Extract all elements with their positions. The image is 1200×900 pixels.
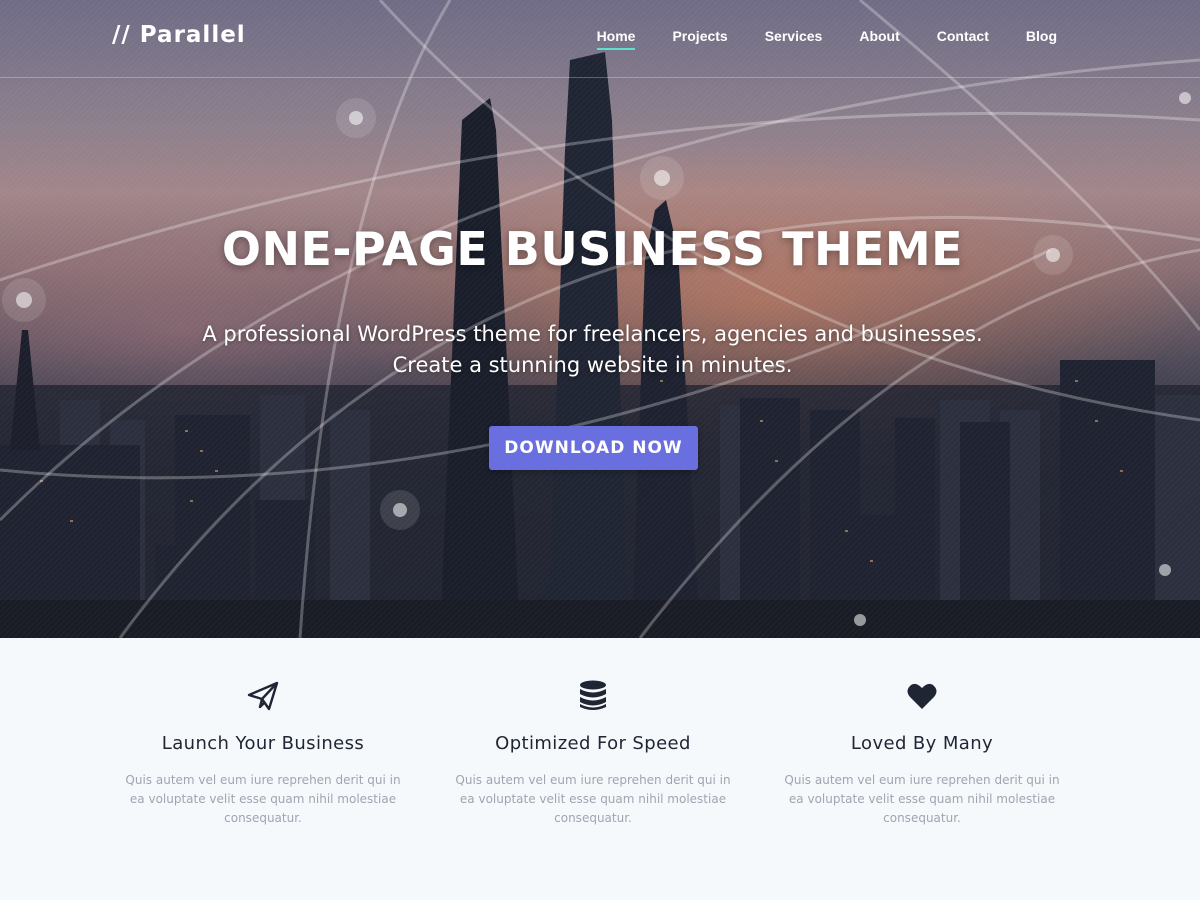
features-section: Launch Your Business Quis autem vel eum … — [0, 638, 1200, 900]
feature-description: Quis autem vel eum iure reprehen derit q… — [125, 773, 401, 825]
hero-title: ONE-PAGE BUSINESS THEME — [221, 222, 964, 276]
nav-item-blog[interactable]: Blog — [1026, 28, 1057, 44]
feature-title: Optimized For Speed — [495, 733, 691, 754]
nav-item-about[interactable]: About — [859, 28, 899, 44]
download-now-button[interactable]: DOWNLOAD NOW — [489, 426, 698, 470]
hero-subtitle-line-2: Create a stunning website in minutes. — [392, 353, 793, 377]
brand-logo[interactable]: // Parallel — [112, 22, 246, 48]
hero-subtitle-line-1: A professional WordPress theme for freel… — [202, 322, 983, 346]
database-icon — [580, 680, 606, 710]
nav-item-contact[interactable]: Contact — [937, 28, 989, 44]
hero-section: // Parallel Home Projects Services About… — [0, 0, 1200, 638]
nav-item-home[interactable]: Home — [596, 28, 635, 50]
hero-subtitle: A professional WordPress theme for freel… — [0, 319, 1185, 381]
feature-description: Quis autem vel eum iure reprehen derit q… — [455, 773, 731, 825]
feature-title: Loved By Many — [850, 733, 994, 754]
paper-plane-icon — [247, 681, 279, 711]
nav-item-services[interactable]: Services — [765, 28, 823, 44]
feature-description: Quis autem vel eum iure reprehen derit q… — [784, 773, 1060, 825]
heart-icon — [907, 683, 937, 709]
top-navbar: // Parallel Home Projects Services About… — [0, 0, 1200, 78]
feature-title: Launch Your Business — [161, 733, 365, 754]
main-menu: Home Projects Services About Contact Blo… — [560, 28, 1057, 50]
nav-item-projects[interactable]: Projects — [672, 28, 727, 44]
